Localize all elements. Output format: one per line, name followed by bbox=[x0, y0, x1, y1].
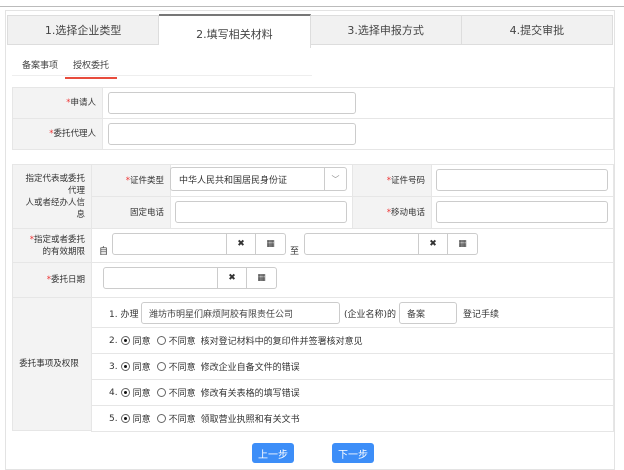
item-text: 领取营业执照和有关文书 bbox=[200, 415, 300, 425]
authority-item-row: 4. 同意 不同意 修改有关表格的填写错误 bbox=[91, 379, 614, 406]
phone-label: 固定电话 bbox=[91, 196, 171, 229]
disagree-label: 不同意 bbox=[168, 337, 196, 347]
entrust-date-label: * 委托日期 bbox=[12, 262, 92, 298]
disagree-radio[interactable] bbox=[156, 336, 166, 345]
start-date-picker[interactable]: ✖ ▦ bbox=[112, 233, 286, 255]
next-button[interactable]: 下一步 bbox=[332, 443, 374, 463]
company-name-input[interactable] bbox=[141, 302, 340, 324]
disagree-radio[interactable] bbox=[156, 388, 166, 397]
item-text: 修改企业自备文件的错误 bbox=[200, 363, 300, 373]
id-type-select[interactable]: 中华人民共和国居民身份证 ﹀ bbox=[170, 167, 347, 191]
entrust-date-picker[interactable]: ✖ ▦ bbox=[103, 267, 277, 289]
phone-input[interactable] bbox=[175, 201, 347, 223]
step-tab-2[interactable]: 2.填写相关材料 bbox=[159, 14, 311, 48]
disagree-label: 不同意 bbox=[168, 415, 196, 425]
mobile-label: * 移动电话 bbox=[352, 196, 432, 229]
id-number-input[interactable] bbox=[436, 169, 608, 191]
registration-type-input[interactable] bbox=[399, 302, 457, 324]
chevron-down-icon: ﹀ bbox=[324, 168, 346, 190]
to-label: 至 bbox=[290, 247, 300, 257]
applicant-label: * 申请人 bbox=[12, 87, 103, 119]
disagree-label: 不同意 bbox=[168, 363, 196, 373]
end-date-picker[interactable]: ✖ ▦ bbox=[304, 233, 478, 255]
clear-icon[interactable]: ✖ bbox=[218, 268, 247, 288]
id-number-label: * 证件号码 bbox=[352, 164, 432, 197]
item-text: 修改有关表格的填写错误 bbox=[200, 389, 300, 399]
id-type-label: * 证件类型 bbox=[91, 164, 171, 197]
authority-label: 委托事项及权限 bbox=[12, 297, 92, 431]
prev-button[interactable]: 上一步 bbox=[252, 443, 294, 463]
agent-input[interactable] bbox=[108, 123, 356, 145]
agree-label: 同意 bbox=[132, 363, 151, 373]
sub-tabs: 备案事项 授权委托 bbox=[12, 54, 312, 79]
step-tab-1[interactable]: 1.选择企业类型 bbox=[8, 16, 160, 44]
agent-label: * 委托代理人 bbox=[12, 118, 103, 150]
authority-item-row: 2. 同意 不同意 核对登记材料中的复印件并签署核对意见 bbox=[91, 327, 614, 354]
item-number: 2. bbox=[109, 335, 118, 346]
clear-icon[interactable]: ✖ bbox=[419, 234, 448, 254]
item1-suffix: 登记手续 bbox=[463, 310, 500, 320]
step-tab-3[interactable]: 3.选择申报方式 bbox=[311, 16, 462, 44]
disagree-label: 不同意 bbox=[168, 389, 196, 399]
calendar-icon[interactable]: ▦ bbox=[448, 234, 477, 254]
item-number: 4. bbox=[109, 387, 118, 398]
subtab-filing-items[interactable]: 备案事项 bbox=[22, 58, 58, 71]
from-label: 自 bbox=[99, 247, 109, 257]
disagree-radio[interactable] bbox=[156, 362, 166, 371]
applicant-input[interactable] bbox=[108, 92, 356, 114]
subtab-authorization[interactable]: 授权委托 bbox=[65, 58, 118, 79]
agree-radio[interactable] bbox=[120, 414, 130, 423]
step-tab-4[interactable]: 4.提交审批 bbox=[462, 16, 612, 44]
item1-mid: (企业名称)的 bbox=[344, 310, 397, 320]
mobile-input[interactable] bbox=[436, 201, 608, 223]
top-bar bbox=[0, 0, 624, 7]
calendar-icon[interactable]: ▦ bbox=[247, 268, 276, 288]
agree-label: 同意 bbox=[132, 337, 151, 347]
agree-label: 同意 bbox=[132, 415, 151, 425]
authority-item-row: 3. 同意 不同意 修改企业自备文件的错误 bbox=[91, 353, 614, 380]
agree-radio[interactable] bbox=[120, 388, 130, 397]
step-tabs: 1.选择企业类型 2.填写相关材料 3.选择申报方式 4.提交审批 bbox=[7, 14, 613, 48]
calendar-icon[interactable]: ▦ bbox=[256, 234, 285, 254]
item-text: 核对登记材料中的复印件并签署核对意见 bbox=[200, 337, 363, 347]
item-number: 3. bbox=[109, 361, 118, 372]
item-number: 5. bbox=[109, 413, 118, 424]
disagree-radio[interactable] bbox=[156, 414, 166, 423]
clear-icon[interactable]: ✖ bbox=[227, 234, 256, 254]
validity-period-label: *指定或者委托 的有效期限 bbox=[12, 228, 92, 263]
agent-info-group-label: 指定代表或委托 代理 人或者经办人信息 bbox=[12, 164, 92, 229]
agree-radio[interactable] bbox=[120, 362, 130, 371]
agree-radio[interactable] bbox=[120, 336, 130, 345]
item1-prefix: 1. 办理 bbox=[109, 310, 139, 320]
agree-label: 同意 bbox=[132, 389, 151, 399]
authority-item-row: 5. 同意 不同意 领取营业执照和有关文书 bbox=[91, 405, 614, 432]
